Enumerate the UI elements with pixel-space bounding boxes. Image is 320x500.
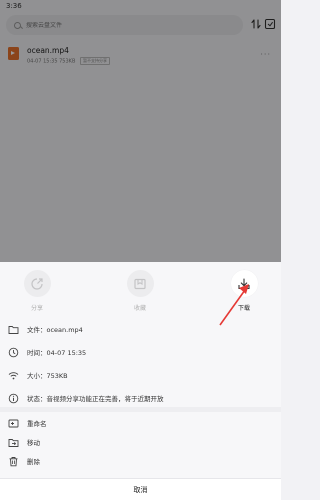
info-size-text: 大小：753KB <box>27 372 68 380</box>
action-row: 分享 收藏 下载 <box>0 262 281 317</box>
download-button[interactable]: 下载 <box>224 270 264 312</box>
delete-icon <box>9 456 18 466</box>
bookmark-icon <box>126 270 154 297</box>
share-icon <box>23 270 51 297</box>
delete-button[interactable]: 删除 <box>8 454 40 468</box>
share-label: 分享 <box>30 305 43 312</box>
folder-icon <box>8 325 19 334</box>
cancel-button[interactable]: 取消 <box>0 478 281 500</box>
delete-label: 删除 <box>27 458 40 466</box>
info-time: 时间：04-07 15:35 <box>8 345 86 359</box>
favorite-button[interactable]: 收藏 <box>120 270 160 312</box>
clock-icon <box>8 347 19 357</box>
move-button[interactable]: 移动 <box>8 435 40 449</box>
rename-label: 重命名 <box>27 420 47 428</box>
dim-overlay[interactable] <box>0 0 281 262</box>
info-file-name: 文件：ocean.mp4 <box>8 322 83 336</box>
info-time-text: 时间：04-07 15:35 <box>27 349 87 357</box>
move-icon <box>8 438 19 447</box>
download-icon <box>230 270 258 297</box>
info-status-text: 状态：音视频分享功能正在完善，将于近期开放 <box>27 395 164 403</box>
rename-icon <box>8 419 19 427</box>
info-icon <box>8 393 19 403</box>
file-action-sheet: 分享 收藏 下载 文件：ocean.mp4 时间：04-07 15:35 大小：… <box>0 262 281 500</box>
cancel-label: 取消 <box>133 485 148 494</box>
move-label: 移动 <box>27 439 40 447</box>
share-button[interactable]: 分享 <box>17 270 57 312</box>
download-label: 下载 <box>237 305 250 312</box>
info-status: 状态：音视频分享功能正在完善，将于近期开放 <box>8 391 164 405</box>
info-size: 大小：753KB <box>8 368 68 382</box>
favorite-label: 收藏 <box>133 305 146 312</box>
info-file-name-text: 文件：ocean.mp4 <box>27 326 83 334</box>
section-divider <box>0 407 281 412</box>
rename-button[interactable]: 重命名 <box>8 416 47 430</box>
wifi-icon <box>8 371 19 379</box>
